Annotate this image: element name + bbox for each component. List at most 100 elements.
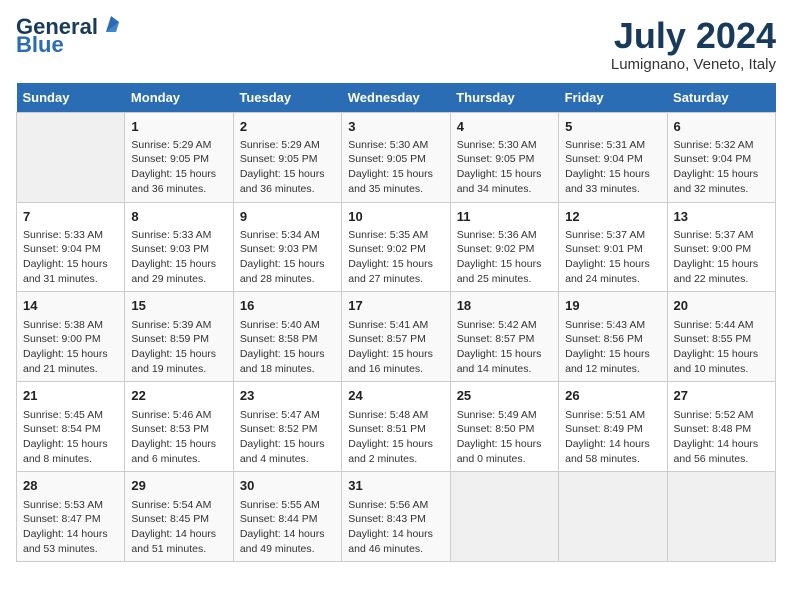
- day-info: Sunrise: 5:48 AM Sunset: 8:51 PM Dayligh…: [348, 408, 443, 467]
- day-number: 10: [348, 208, 443, 226]
- day-number: 5: [565, 118, 660, 136]
- day-info: Sunrise: 5:44 AM Sunset: 8:55 PM Dayligh…: [674, 318, 769, 377]
- day-info: Sunrise: 5:37 AM Sunset: 9:00 PM Dayligh…: [674, 228, 769, 287]
- day-info: Sunrise: 5:43 AM Sunset: 8:56 PM Dayligh…: [565, 318, 660, 377]
- day-info: Sunrise: 5:54 AM Sunset: 8:45 PM Dayligh…: [131, 498, 226, 557]
- day-number: 1: [131, 118, 226, 136]
- week-row-5: 28 Sunrise: 5:53 AM Sunset: 8:47 PM Dayli…: [17, 472, 776, 562]
- calendar-cell: 9 Sunrise: 5:34 AM Sunset: 9:03 PM Daylig…: [233, 202, 341, 292]
- day-number: 15: [131, 297, 226, 315]
- calendar-cell: 16 Sunrise: 5:40 AM Sunset: 8:58 PM Dayli…: [233, 292, 341, 382]
- col-header-friday: Friday: [559, 83, 667, 113]
- col-header-wednesday: Wednesday: [342, 83, 450, 113]
- day-info: Sunrise: 5:51 AM Sunset: 8:49 PM Dayligh…: [565, 408, 660, 467]
- day-number: 30: [240, 477, 335, 495]
- day-info: Sunrise: 5:30 AM Sunset: 9:05 PM Dayligh…: [348, 138, 443, 197]
- day-number: 23: [240, 387, 335, 405]
- col-header-monday: Monday: [125, 83, 233, 113]
- calendar-cell: 13 Sunrise: 5:37 AM Sunset: 9:00 PM Dayli…: [667, 202, 775, 292]
- day-info: Sunrise: 5:45 AM Sunset: 8:54 PM Dayligh…: [23, 408, 118, 467]
- day-number: 19: [565, 297, 660, 315]
- day-info: Sunrise: 5:53 AM Sunset: 8:47 PM Dayligh…: [23, 498, 118, 557]
- calendar-cell: 4Sunrise: 5:30 AM Sunset: 9:05 PM Daylig…: [450, 112, 558, 202]
- calendar-cell: 26Sunrise: 5:51 AM Sunset: 8:49 PM Dayli…: [559, 382, 667, 472]
- day-info: Sunrise: 5:30 AM Sunset: 9:05 PM Dayligh…: [457, 138, 552, 197]
- day-info: Sunrise: 5:32 AM Sunset: 9:04 PM Dayligh…: [674, 138, 769, 197]
- day-number: 31: [348, 477, 443, 495]
- day-number: 9: [240, 208, 335, 226]
- day-number: 24: [348, 387, 443, 405]
- calendar-cell: 24 Sunrise: 5:48 AM Sunset: 8:51 PM Dayli…: [342, 382, 450, 472]
- calendar-cell: 11 Sunrise: 5:36 AM Sunset: 9:02 PM Dayli…: [450, 202, 558, 292]
- calendar-cell: [667, 472, 775, 562]
- day-info: Sunrise: 5:41 AM Sunset: 8:57 PM Dayligh…: [348, 318, 443, 377]
- calendar-cell: 30 Sunrise: 5:55 AM Sunset: 8:44 PM Dayli…: [233, 472, 341, 562]
- calendar-cell: 17Sunrise: 5:41 AM Sunset: 8:57 PM Dayli…: [342, 292, 450, 382]
- calendar-cell: 7Sunrise: 5:33 AM Sunset: 9:04 PM Daylig…: [17, 202, 125, 292]
- calendar-cell: 23 Sunrise: 5:47 AM Sunset: 8:52 PM Dayli…: [233, 382, 341, 472]
- page-header: General Blue July 2024 Lumignano, Veneto…: [16, 16, 776, 73]
- calendar-cell: 2 Sunrise: 5:29 AM Sunset: 9:05 PM Daylig…: [233, 112, 341, 202]
- col-header-tuesday: Tuesday: [233, 83, 341, 113]
- day-info: Sunrise: 5:49 AM Sunset: 8:50 PM Dayligh…: [457, 408, 552, 467]
- calendar-cell: 19 Sunrise: 5:43 AM Sunset: 8:56 PM Dayli…: [559, 292, 667, 382]
- calendar-cell: [559, 472, 667, 562]
- calendar-cell: [17, 112, 125, 202]
- calendar-cell: [450, 472, 558, 562]
- day-info: Sunrise: 5:37 AM Sunset: 9:01 PM Dayligh…: [565, 228, 660, 287]
- week-row-2: 7Sunrise: 5:33 AM Sunset: 9:04 PM Daylig…: [17, 202, 776, 292]
- day-info: Sunrise: 5:39 AM Sunset: 8:59 PM Dayligh…: [131, 318, 226, 377]
- day-number: 6: [674, 118, 769, 136]
- calendar-cell: 18Sunrise: 5:42 AM Sunset: 8:57 PM Dayli…: [450, 292, 558, 382]
- day-number: 2: [240, 118, 335, 136]
- day-info: Sunrise: 5:36 AM Sunset: 9:02 PM Dayligh…: [457, 228, 552, 287]
- day-info: Sunrise: 5:33 AM Sunset: 9:04 PM Dayligh…: [23, 228, 118, 287]
- day-info: Sunrise: 5:46 AM Sunset: 8:53 PM Dayligh…: [131, 408, 226, 467]
- day-number: 8: [131, 208, 226, 226]
- day-info: Sunrise: 5:52 AM Sunset: 8:48 PM Dayligh…: [674, 408, 769, 467]
- calendar-cell: 25 Sunrise: 5:49 AM Sunset: 8:50 PM Dayli…: [450, 382, 558, 472]
- day-number: 25: [457, 387, 552, 405]
- day-info: Sunrise: 5:40 AM Sunset: 8:58 PM Dayligh…: [240, 318, 335, 377]
- location-subtitle: Lumignano, Veneto, Italy: [611, 56, 776, 73]
- col-header-saturday: Saturday: [667, 83, 775, 113]
- day-info: Sunrise: 5:29 AM Sunset: 9:05 PM Dayligh…: [240, 138, 335, 197]
- day-number: 21: [23, 387, 118, 405]
- day-info: Sunrise: 5:33 AM Sunset: 9:03 PM Dayligh…: [131, 228, 226, 287]
- week-row-1: 1 Sunrise: 5:29 AM Sunset: 9:05 PM Daylig…: [17, 112, 776, 202]
- calendar-cell: 15 Sunrise: 5:39 AM Sunset: 8:59 PM Dayli…: [125, 292, 233, 382]
- day-number: 29: [131, 477, 226, 495]
- calendar-cell: 20 Sunrise: 5:44 AM Sunset: 8:55 PM Dayli…: [667, 292, 775, 382]
- day-info: Sunrise: 5:31 AM Sunset: 9:04 PM Dayligh…: [565, 138, 660, 197]
- calendar-cell: 22Sunrise: 5:46 AM Sunset: 8:53 PM Dayli…: [125, 382, 233, 472]
- day-info: Sunrise: 5:34 AM Sunset: 9:03 PM Dayligh…: [240, 228, 335, 287]
- day-number: 11: [457, 208, 552, 226]
- day-info: Sunrise: 5:56 AM Sunset: 8:43 PM Dayligh…: [348, 498, 443, 557]
- calendar-cell: 14Sunrise: 5:38 AM Sunset: 9:00 PM Dayli…: [17, 292, 125, 382]
- day-number: 20: [674, 297, 769, 315]
- day-number: 12: [565, 208, 660, 226]
- calendar-cell: 10 Sunrise: 5:35 AM Sunset: 9:02 PM Dayli…: [342, 202, 450, 292]
- day-info: Sunrise: 5:55 AM Sunset: 8:44 PM Dayligh…: [240, 498, 335, 557]
- calendar-cell: 28 Sunrise: 5:53 AM Sunset: 8:47 PM Dayli…: [17, 472, 125, 562]
- day-number: 28: [23, 477, 118, 495]
- logo: General Blue: [16, 16, 122, 56]
- calendar-cell: 6 Sunrise: 5:32 AM Sunset: 9:04 PM Daylig…: [667, 112, 775, 202]
- day-number: 3: [348, 118, 443, 136]
- calendar-cell: 3 Sunrise: 5:30 AM Sunset: 9:05 PM Daylig…: [342, 112, 450, 202]
- month-year-title: July 2024: [611, 16, 776, 56]
- day-info: Sunrise: 5:35 AM Sunset: 9:02 PM Dayligh…: [348, 228, 443, 287]
- col-header-thursday: Thursday: [450, 83, 558, 113]
- logo-text-blue: Blue: [16, 34, 64, 56]
- day-number: 16: [240, 297, 335, 315]
- week-row-4: 21 Sunrise: 5:45 AM Sunset: 8:54 PM Dayli…: [17, 382, 776, 472]
- calendar-cell: 21 Sunrise: 5:45 AM Sunset: 8:54 PM Dayli…: [17, 382, 125, 472]
- header-row: SundayMondayTuesdayWednesdayThursdayFrid…: [17, 83, 776, 113]
- day-number: 14: [23, 297, 118, 315]
- calendar-cell: 5 Sunrise: 5:31 AM Sunset: 9:04 PM Daylig…: [559, 112, 667, 202]
- day-number: 27: [674, 387, 769, 405]
- calendar-cell: 31 Sunrise: 5:56 AM Sunset: 8:43 PM Dayli…: [342, 472, 450, 562]
- day-info: Sunrise: 5:47 AM Sunset: 8:52 PM Dayligh…: [240, 408, 335, 467]
- day-number: 13: [674, 208, 769, 226]
- day-info: Sunrise: 5:42 AM Sunset: 8:57 PM Dayligh…: [457, 318, 552, 377]
